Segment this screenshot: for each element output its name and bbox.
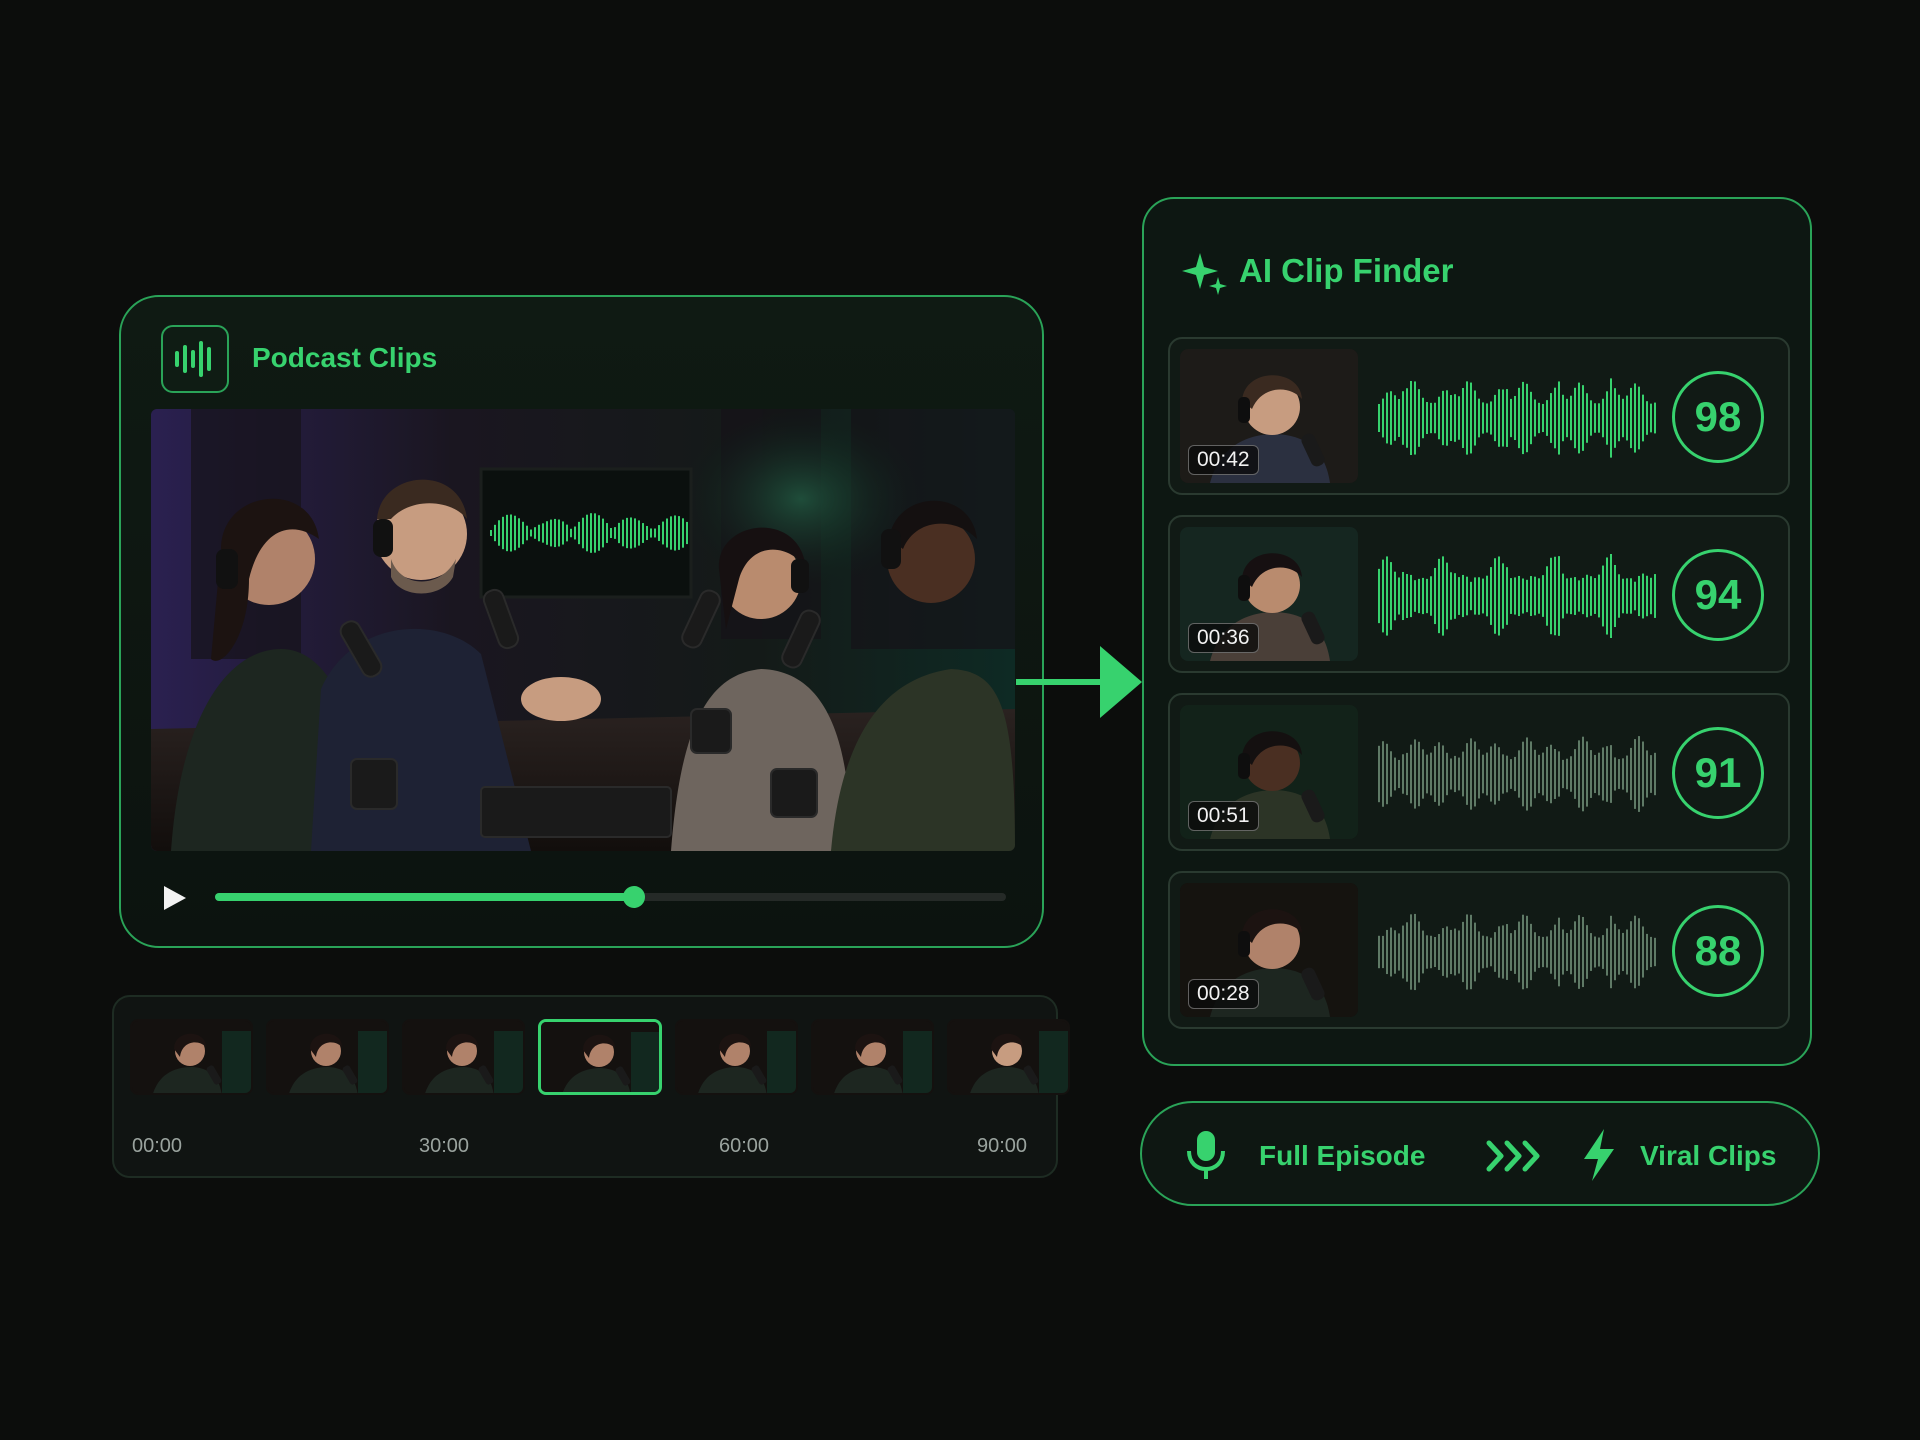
clip-card[interactable]: 00:28 88 [1168,871,1790,1029]
viral-clips-label: Viral Clips [1640,1140,1777,1171]
timeline-thumbnail[interactable] [811,1019,934,1095]
timeline-thumbnails [130,1019,1070,1095]
timeline-thumbnail[interactable] [130,1019,253,1095]
clip-card[interactable]: 00:36 94 [1168,515,1790,673]
clip-thumbnail: 00:42 [1180,349,1358,483]
arrow-right-icon [1016,646,1142,718]
clip-timestamp: 00:51 [1188,801,1259,831]
clip-waveform [1378,554,1656,638]
timeline-label-3: 90:00 [977,1135,1028,1157]
virality-score-badge: 98 [1672,371,1764,463]
app-title: Podcast Clips [252,342,438,373]
timeline-label-1: 30:00 [419,1135,470,1157]
clip-thumbnail: 00:51 [1180,705,1358,839]
microphone-icon [1187,1131,1225,1179]
clip-waveform [1378,913,1656,991]
clip-card[interactable]: 00:51 91 [1168,693,1790,851]
play-button[interactable] [155,878,195,918]
progress-slider[interactable] [215,886,1006,908]
clip-thumbnail: 00:36 [1180,527,1358,661]
timeline-thumbnail[interactable] [947,1019,1070,1095]
panel-title: AI Clip Finder [1239,252,1454,289]
clip-thumbnail: 00:28 [1180,883,1358,1017]
clip-waveform [1378,736,1656,812]
lightning-icon [1584,1129,1614,1181]
timeline-label-2: 60:00 [719,1135,770,1157]
video-preview[interactable] [151,409,1015,851]
play-icon [164,886,186,910]
timeline-thumbnail[interactable] [266,1019,389,1095]
full-episode-label: Full Episode [1259,1140,1426,1171]
sparkle-icon [1182,253,1227,295]
clip-timestamp: 00:42 [1188,445,1259,475]
virality-score-badge: 88 [1672,905,1764,997]
waveform-icon [161,325,229,393]
podcast-player-card: Podcast Clips [119,295,1044,948]
clip-waveform [1378,378,1656,458]
timeline-thumbnail-selected[interactable] [538,1019,662,1095]
virality-score-badge: 91 [1672,727,1764,819]
progress-thumb[interactable] [623,886,646,908]
timeline-thumbnail[interactable] [402,1019,525,1095]
podcast-scene-image [151,409,1015,851]
clip-card[interactable]: 00:42 98 [1168,337,1790,495]
chevrons-right-icon [1486,1140,1540,1172]
clip-timestamp: 00:28 [1188,979,1259,1009]
virality-score-badge: 94 [1672,549,1764,641]
clip-timestamp: 00:36 [1188,623,1259,653]
progress-fill [215,893,635,901]
timeline-label-0: 00:00 [132,1135,183,1157]
timeline-thumbnail[interactable] [675,1019,798,1095]
workflow-pill: Full Episode Viral Clips [1140,1101,1820,1206]
episode-timeline: 00:00 30:00 60:00 90:00 [112,995,1070,1178]
ai-clip-finder-panel: AI Clip Finder 00:42 98 00:36 94 00:51 9… [1142,197,1812,1066]
